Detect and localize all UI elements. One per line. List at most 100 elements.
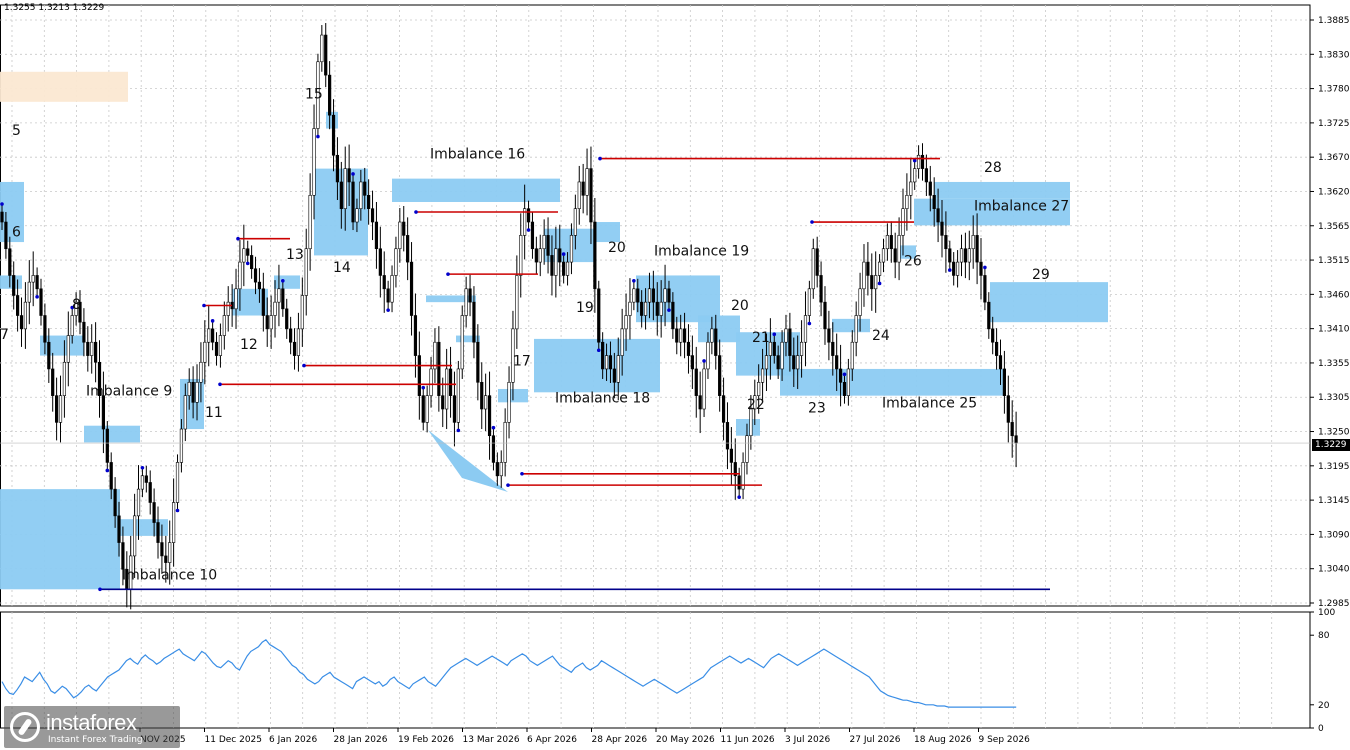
candle-body [983,275,987,303]
candle-body [780,341,784,370]
candle-body [429,368,433,396]
candle-body [312,128,316,196]
candle-body [226,301,230,316]
candle-body [19,315,24,330]
candle-body [8,248,12,276]
candle-body [133,515,137,557]
zone-label: Imbalance 18 [555,390,650,406]
candle-body [402,221,406,236]
price-chart[interactable]: 1.3885 1.3830 1.3780 1.3725 1.3670 1.3620 1.35… [0,0,1350,750]
candle-body [55,395,59,423]
swing-marker [351,172,355,176]
time-tick-label: 9 Sep 2026 [979,735,1031,745]
candle-body [796,355,800,370]
candle-body [772,341,776,356]
candle-body [445,368,449,410]
candle-body [273,301,277,316]
candle-body [472,301,476,343]
candle-body [363,181,367,196]
candle-body [519,235,523,276]
candle-body [269,315,273,330]
candle-body [175,462,180,503]
price-tick-label: 1.3460 [1318,290,1350,300]
candle-body [144,475,148,483]
candle-body [152,502,156,523]
candle-body [565,261,570,276]
candle-body [737,475,741,490]
time-tick-label: 13 Mar 2026 [463,735,520,745]
candle-body [655,301,659,316]
zone-label: Imbalance 19 [654,243,749,259]
oscillator-panel-frame [0,611,1311,729]
imbalance-zone [84,425,140,443]
candle-body [374,221,379,250]
candle-body [811,248,815,290]
zone-label: Imbalance 27 [974,199,1069,215]
candle-body [437,341,441,396]
time-tick-label: 28 Apr 2026 [592,735,648,745]
candle-body [164,555,168,563]
candle-body [468,288,472,303]
zone-label: 19 [576,300,594,316]
candle-body [979,261,983,276]
oscillator-tick-label: 20 [1318,701,1330,711]
candle-body [86,341,90,356]
price-tick-label: 1.3145 [1318,496,1350,506]
candle-body [460,315,464,370]
candle-body [663,288,667,303]
candle-body [967,248,971,263]
candle-body [47,341,51,370]
candle-body [620,328,624,356]
candle-body [43,315,47,343]
swing-marker [175,508,180,513]
candle-body [343,168,347,209]
candle-body [807,288,811,316]
candle-body [12,275,16,296]
candle-body [932,195,936,209]
candle-body [499,462,503,477]
candle-body [924,168,928,183]
candle-body [495,462,499,477]
imbalance-zone [780,368,1006,396]
candle-body [331,114,336,156]
candle-body [597,288,601,343]
candle-body [121,542,125,570]
candle-body [647,288,652,303]
swing-marker [421,385,426,390]
candle-body [819,275,823,303]
time-tick-label: 18 Aug 2026 [914,735,972,745]
candle-body [948,248,952,263]
candle-body [160,542,164,557]
candle-body [214,341,219,356]
candle-body [421,395,425,423]
brand-mark-icon [10,712,40,742]
level-anchor [598,156,602,161]
swing-marker [702,359,706,363]
candle-body [846,368,850,396]
candle-body [877,261,882,276]
candle-body [659,301,663,316]
candle-body [1006,395,1010,423]
price-tick-label: 1.3250 [1318,428,1350,438]
price-tick-label: 1.3620 [1318,187,1350,197]
candle-body [203,341,207,363]
candle-body [608,355,613,370]
candle-body [601,341,605,370]
zone-label: 26 [904,253,922,269]
time-tick-label: 11 Jun 2026 [721,735,775,745]
candle-body [686,341,691,356]
candle-body [862,261,866,290]
candle-body [554,248,558,276]
candle-body [928,181,932,196]
candle-body [452,395,457,423]
candle-body [277,288,281,303]
price-tick-label: 1.3090 [1318,530,1350,540]
candle-body [889,235,893,250]
candle-body [558,248,562,263]
candle-body [858,288,862,316]
swing-marker [947,268,952,272]
candle-body [577,181,581,209]
time-tick-label: 3 Jul 2026 [785,735,830,745]
zone-label: 5 [12,123,21,139]
level-anchor [446,272,450,276]
